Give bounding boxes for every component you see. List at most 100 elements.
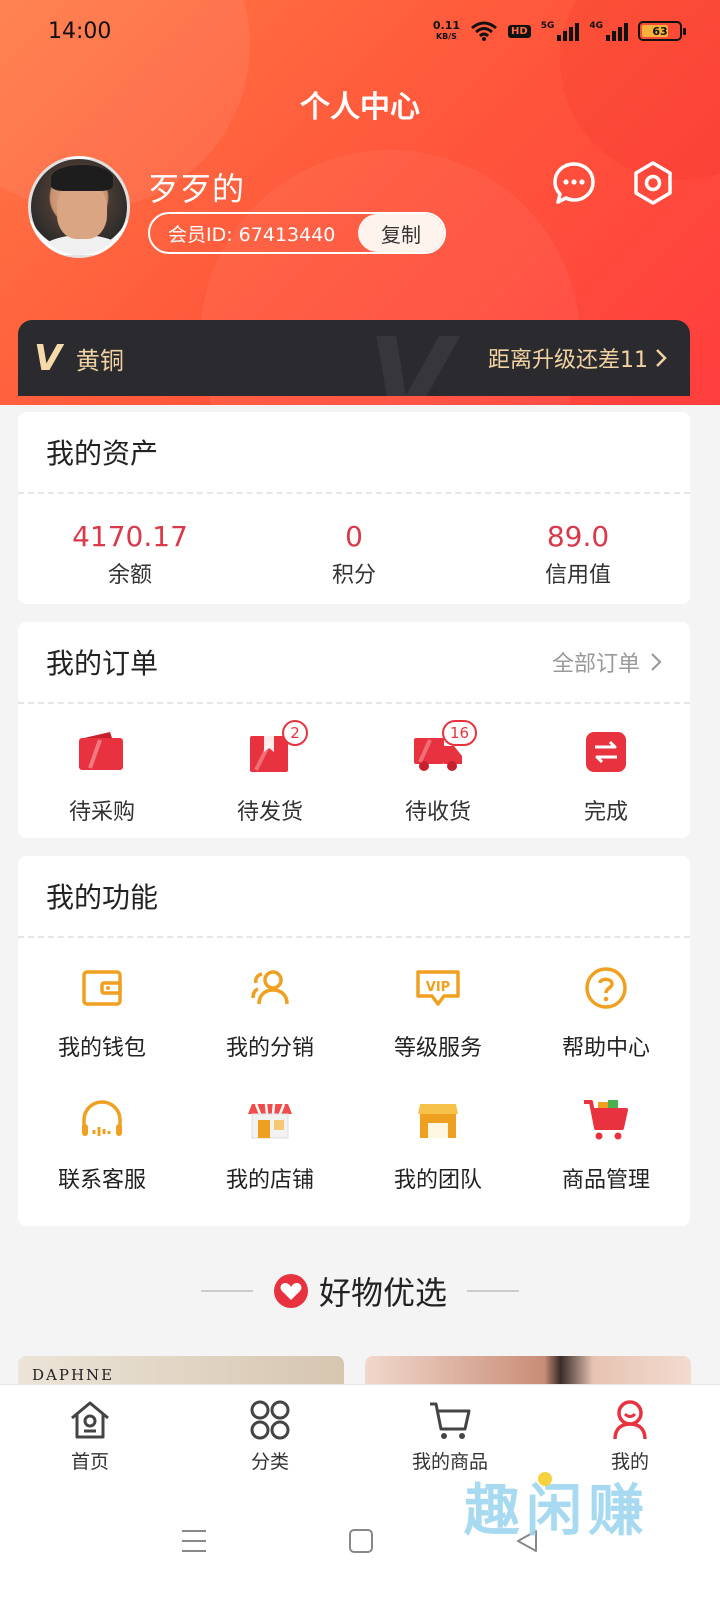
func-product-management[interactable]: 商品管理: [522, 1096, 690, 1228]
func-label: 商品管理: [561, 1168, 650, 1193]
order-label: 待发货: [236, 800, 303, 825]
vip-v-icon: V: [34, 337, 62, 379]
watermark-dot: [538, 1472, 552, 1486]
asset-points[interactable]: 0 积分: [242, 520, 466, 589]
member-level-bar[interactable]: V V 黄铜 距离升级还差11: [18, 320, 690, 396]
message-icon[interactable]: [551, 160, 597, 206]
wallet-outline-icon: [82, 970, 122, 1006]
level-name: 黄铜: [75, 346, 124, 375]
asset-label: 信用值: [544, 563, 611, 588]
wifi-icon: [471, 21, 497, 41]
svg-text:VIP: VIP: [426, 980, 450, 995]
order-pending-purchase[interactable]: 待采购: [18, 728, 186, 826]
order-badge: 2: [282, 720, 308, 746]
func-label: 我的店铺: [225, 1168, 314, 1193]
order-completed[interactable]: 完成: [522, 728, 690, 826]
wallet-icon: [79, 732, 123, 770]
settings-icon[interactable]: [630, 160, 676, 206]
status-bar: 14:00 0.11 KB/S HD 5G 4G 63: [0, 0, 720, 62]
asset-value: 4170.17: [72, 520, 188, 553]
func-level-service[interactable]: VIP 等级服务: [354, 964, 522, 1096]
nav-category[interactable]: 分类: [180, 1385, 360, 1482]
storefront-icon: [418, 1104, 458, 1138]
menu-icon[interactable]: [180, 1528, 208, 1554]
featured-title: 好物优选: [318, 1274, 447, 1312]
watermark: 趣闲赚: [464, 1479, 650, 1544]
assets-card: 我的资产 4170.17 余额 0 积分 89.0 信用值: [18, 412, 690, 604]
avatar[interactable]: [28, 156, 130, 258]
all-orders-label: 全部订单: [551, 652, 640, 677]
divider: [200, 1290, 253, 1292]
func-help-center[interactable]: 帮助中心: [522, 964, 690, 1096]
cart-icon: [584, 1100, 628, 1140]
all-orders-link[interactable]: 全部订单: [552, 646, 662, 678]
func-customer-service[interactable]: 联系客服: [18, 1096, 186, 1228]
level-watermark-icon: V: [368, 320, 454, 396]
order-badge: 16: [442, 720, 478, 746]
copy-button[interactable]: 复制: [358, 214, 444, 252]
func-my-team[interactable]: 我的团队: [354, 1096, 522, 1228]
signal-label: 5G: [540, 21, 555, 31]
grid-icon: [250, 1400, 290, 1440]
asset-balance[interactable]: 4170.17 余额: [18, 520, 242, 589]
func-label: 我的团队: [393, 1168, 482, 1193]
order-label: 待采购: [68, 800, 135, 825]
func-label: 联系客服: [57, 1168, 146, 1193]
order-pending-ship[interactable]: 2 待发货: [186, 720, 354, 826]
functions-title: 我的功能: [46, 881, 159, 914]
nav-label: 首页: [70, 1451, 109, 1473]
upgrade-link[interactable]: 距离升级还差11: [488, 342, 668, 374]
home-square-icon[interactable]: [348, 1528, 374, 1554]
asset-value: 89.0: [546, 520, 610, 553]
order-label: 待收货: [404, 800, 471, 825]
member-id: 会员ID: 67413440: [168, 223, 336, 246]
functions-card: 我的功能 我的钱包 我的分销 VIP 等级服务 帮助中心 联系客服 我的店铺 我…: [18, 856, 690, 1226]
func-wallet[interactable]: 我的钱包: [18, 964, 186, 1096]
cart-outline-icon: [430, 1402, 471, 1439]
nav-label: 分类: [250, 1451, 289, 1473]
orders-title: 我的订单: [46, 647, 159, 680]
exchange-icon: [586, 732, 626, 772]
assets-header: 我的资产: [18, 412, 690, 494]
signal-label: 4G: [589, 21, 603, 31]
func-my-shop[interactable]: 我的店铺: [186, 1096, 354, 1228]
asset-label: 余额: [107, 563, 152, 588]
net-speed-value: 0.11: [432, 19, 461, 32]
order-pending-receive[interactable]: 16 待收货: [354, 720, 522, 826]
nav-home[interactable]: 首页: [0, 1385, 180, 1482]
net-speed: 0.11 KB/S: [433, 20, 460, 42]
divider: [467, 1290, 519, 1292]
product-brand: DAPHNE: [32, 1366, 115, 1384]
functions-header: 我的功能: [18, 856, 690, 938]
net-speed-unit: KB/S: [435, 32, 457, 41]
heart-icon: [273, 1274, 308, 1308]
featured-heading: 好物优选: [0, 1268, 720, 1314]
func-label: 等级服务: [393, 1036, 482, 1061]
page-title: 个人中心: [300, 90, 420, 125]
user-icon: [613, 1400, 647, 1440]
chevron-right-icon: [651, 653, 662, 671]
username: 歹歹的: [148, 170, 245, 208]
orders-card: 我的订单 全部订单 待采购 2 待发货 16 待收货 完成: [18, 622, 690, 838]
func-label: 我的钱包: [57, 1036, 146, 1061]
home-icon: [71, 1401, 109, 1439]
orders-header: 我的订单 全部订单: [18, 622, 690, 704]
asset-label: 积分: [331, 563, 376, 588]
chevron-right-icon: [656, 349, 667, 367]
users-icon: [251, 970, 289, 1005]
assets-title: 我的资产: [46, 437, 159, 470]
shop-icon: [248, 1103, 292, 1139]
signal-4g-icon: 4G: [589, 21, 628, 41]
func-label: 我的分销: [225, 1036, 314, 1061]
headset-icon: [82, 1100, 122, 1136]
battery-icon: 63: [638, 21, 686, 41]
member-id-pill: 会员ID: 67413440 复制: [148, 212, 446, 254]
vip-icon: VIP: [416, 970, 460, 1006]
hd-badge: HD: [508, 24, 531, 38]
upgrade-text: 距离升级还差11: [488, 348, 648, 373]
signal-5g-icon: 5G: [541, 21, 580, 41]
func-distribution[interactable]: 我的分销: [186, 964, 354, 1096]
status-time: 14:00: [48, 18, 112, 44]
asset-credit[interactable]: 89.0 信用值: [466, 520, 690, 589]
asset-value: 0: [345, 520, 363, 553]
